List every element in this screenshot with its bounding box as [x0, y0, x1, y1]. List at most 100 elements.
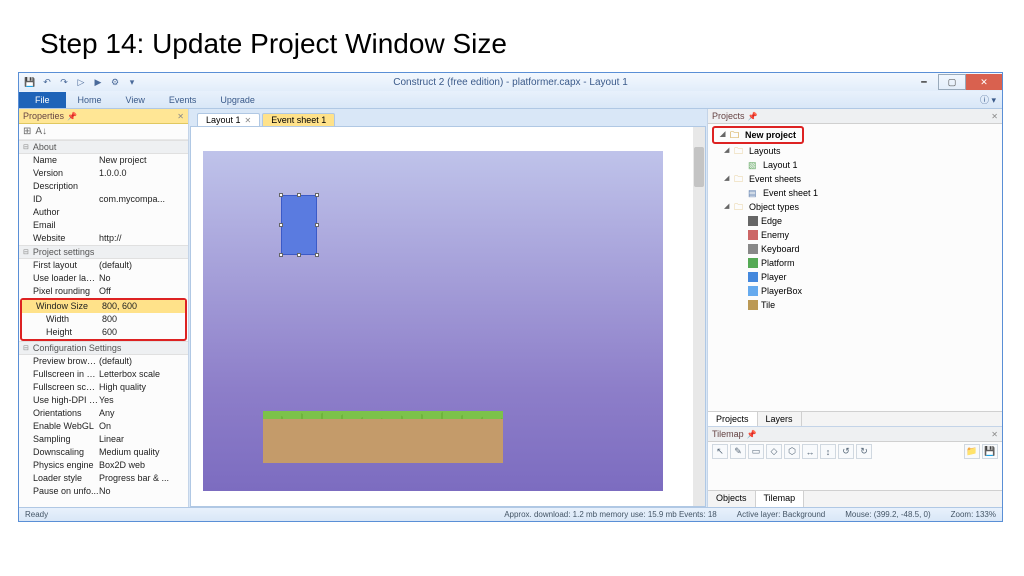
prop-pixelrounding-value[interactable]: Off	[99, 285, 184, 298]
prop-orientations-value[interactable]: Any	[99, 407, 184, 420]
tree-keyboard[interactable]: Keyboard	[710, 242, 1000, 256]
tilemap-rotate-cw-icon[interactable]: ↻	[856, 444, 872, 459]
prop-loaderlayout-value[interactable]: No	[99, 272, 184, 285]
qat-dropdown-icon[interactable]: ▾	[125, 75, 139, 89]
tree-eventsheets[interactable]: ◢🗀Event sheets	[710, 172, 1000, 186]
ground-tile[interactable]	[263, 411, 503, 463]
tilemap-flip-h-icon[interactable]: ↔	[802, 444, 818, 459]
qat-undo-icon[interactable]: ↶	[40, 75, 54, 89]
properties-toolbar: ⊞ A↓	[19, 124, 188, 140]
tilemap-erase-icon[interactable]: ◇	[766, 444, 782, 459]
prop-preview-value[interactable]: (default)	[99, 355, 184, 368]
tree-layout1[interactable]: ▧Layout 1	[710, 158, 1000, 172]
prop-author-label: Author	[23, 206, 99, 219]
close-panel-icon[interactable]: ✕	[177, 112, 184, 121]
tab-eventsheet1[interactable]: Event sheet 1	[262, 113, 335, 126]
prop-fsbrowser-value[interactable]: Letterbox scale	[99, 368, 184, 381]
tree-tile[interactable]: Tile	[710, 298, 1000, 312]
prop-webgl-label: Enable WebGL	[23, 420, 99, 433]
project-tree: ◢🗀New project ◢🗀Layouts ▧Layout 1 ◢🗀Even…	[708, 124, 1002, 411]
prop-id-value[interactable]: com.mycompa...	[99, 193, 184, 206]
prop-loaderstyle-value[interactable]: Progress bar & ...	[99, 472, 184, 485]
prop-sampling-value[interactable]: Linear	[99, 433, 184, 446]
tree-layouts[interactable]: ◢🗀Layouts	[710, 144, 1000, 158]
categorize-icon[interactable]: ⊞	[23, 126, 31, 137]
pin-icon[interactable]: 📌	[747, 430, 757, 439]
qat-redo-icon[interactable]: ↷	[57, 75, 71, 89]
layout-canvas[interactable]	[190, 126, 706, 507]
prop-description-value[interactable]	[99, 180, 184, 193]
prop-name-label: Name	[23, 154, 99, 167]
tilemap-pencil-icon[interactable]: ✎	[730, 444, 746, 459]
tree-edge[interactable]: Edge	[710, 214, 1000, 228]
ribbon-tab-home[interactable]: Home	[66, 92, 114, 108]
tree-player[interactable]: Player	[710, 270, 1000, 284]
tilemap-rotate-ccw-icon[interactable]: ↺	[838, 444, 854, 459]
tab-tilemap[interactable]: Tilemap	[756, 491, 805, 507]
vertical-scrollbar[interactable]	[693, 127, 705, 506]
prop-physics-value[interactable]: Box2D web	[99, 459, 184, 472]
tab-layers[interactable]: Layers	[758, 412, 802, 426]
tree-enemy-label: Enemy	[761, 228, 789, 242]
prop-name-value[interactable]: New project	[99, 154, 184, 167]
selected-object[interactable]	[281, 195, 317, 255]
tilemap-rect-icon[interactable]: ▭	[748, 444, 764, 459]
prop-hdpi-value[interactable]: Yes	[99, 394, 184, 407]
section-project-settings[interactable]: Project settings	[19, 245, 188, 259]
tab-layout1[interactable]: Layout 1 ✕	[197, 113, 260, 126]
tree-platform[interactable]: Platform	[710, 256, 1000, 270]
close-button[interactable]: ✕	[966, 74, 1002, 90]
minimize-button[interactable]: ━	[910, 74, 938, 90]
prop-firstlayout-value[interactable]: (default)	[99, 259, 184, 272]
prop-webgl-value[interactable]: On	[99, 420, 184, 433]
section-about[interactable]: About	[19, 140, 188, 154]
status-ready: Ready	[25, 510, 48, 519]
tree-es1[interactable]: ▤Event sheet 1	[710, 186, 1000, 200]
prop-pause-value[interactable]: No	[99, 485, 184, 498]
qat-settings-icon[interactable]: ⚙	[108, 75, 122, 89]
tree-enemy[interactable]: Enemy	[710, 228, 1000, 242]
right-panels: Projects 📌 ✕ ◢🗀New project ◢🗀Layouts ▧La…	[707, 109, 1002, 507]
maximize-button[interactable]: ▢	[938, 74, 966, 90]
ribbon-tab-view[interactable]: View	[114, 92, 157, 108]
properties-header-label: Properties	[23, 111, 64, 121]
close-panel-icon[interactable]: ✕	[991, 430, 998, 439]
section-config[interactable]: Configuration Settings	[19, 341, 188, 355]
tilemap-fill-icon[interactable]: ⬡	[784, 444, 800, 459]
prop-email-value[interactable]	[99, 219, 184, 232]
close-panel-icon[interactable]: ✕	[991, 112, 998, 121]
prop-author-value[interactable]	[99, 206, 184, 219]
tilemap-save-icon[interactable]: 💾	[982, 444, 998, 459]
prop-version-value[interactable]: 1.0.0.0	[99, 167, 184, 180]
pin-icon[interactable]: 📌	[67, 112, 77, 121]
prop-orientations-label: Orientations	[23, 407, 99, 420]
prop-height-value[interactable]: 600	[102, 326, 181, 339]
prop-fsscaling-value[interactable]: High quality	[99, 381, 184, 394]
tree-playerbox[interactable]: PlayerBox	[710, 284, 1000, 298]
prop-windowsize-value[interactable]: 800, 600	[102, 300, 181, 313]
tilemap-open-icon[interactable]: 📁	[964, 444, 980, 459]
tab-layout1-label: Layout 1	[206, 115, 241, 125]
tab-objects[interactable]: Objects	[708, 491, 756, 507]
tree-root[interactable]: ◢🗀New project	[718, 128, 798, 142]
sort-icon[interactable]: A↓	[35, 126, 47, 137]
tree-playerbox-label: PlayerBox	[761, 284, 802, 298]
qat-preview-icon[interactable]: ▷	[74, 75, 88, 89]
qat-save-icon[interactable]: 💾	[23, 75, 37, 89]
tab-close-icon[interactable]: ✕	[245, 116, 252, 125]
editor-area: Layout 1 ✕ Event sheet 1	[189, 109, 707, 507]
ribbon-help-icon[interactable]: ⓘ ▾	[974, 91, 1002, 108]
qat-debug-icon[interactable]: ▶	[91, 75, 105, 89]
ribbon-tab-events[interactable]: Events	[157, 92, 209, 108]
ribbon-tab-upgrade[interactable]: Upgrade	[208, 92, 267, 108]
ribbon: File Home View Events Upgrade ⓘ ▾	[19, 91, 1002, 109]
pin-icon[interactable]: 📌	[748, 112, 758, 121]
ribbon-tab-file[interactable]: File	[19, 92, 66, 108]
tree-objecttypes[interactable]: ◢🗀Object types	[710, 200, 1000, 214]
tilemap-pointer-icon[interactable]: ↖	[712, 444, 728, 459]
tilemap-flip-v-icon[interactable]: ↕	[820, 444, 836, 459]
prop-width-value[interactable]: 800	[102, 313, 181, 326]
tab-projects[interactable]: Projects	[708, 412, 758, 426]
prop-downscaling-value[interactable]: Medium quality	[99, 446, 184, 459]
prop-website-value[interactable]: http://	[99, 232, 184, 245]
